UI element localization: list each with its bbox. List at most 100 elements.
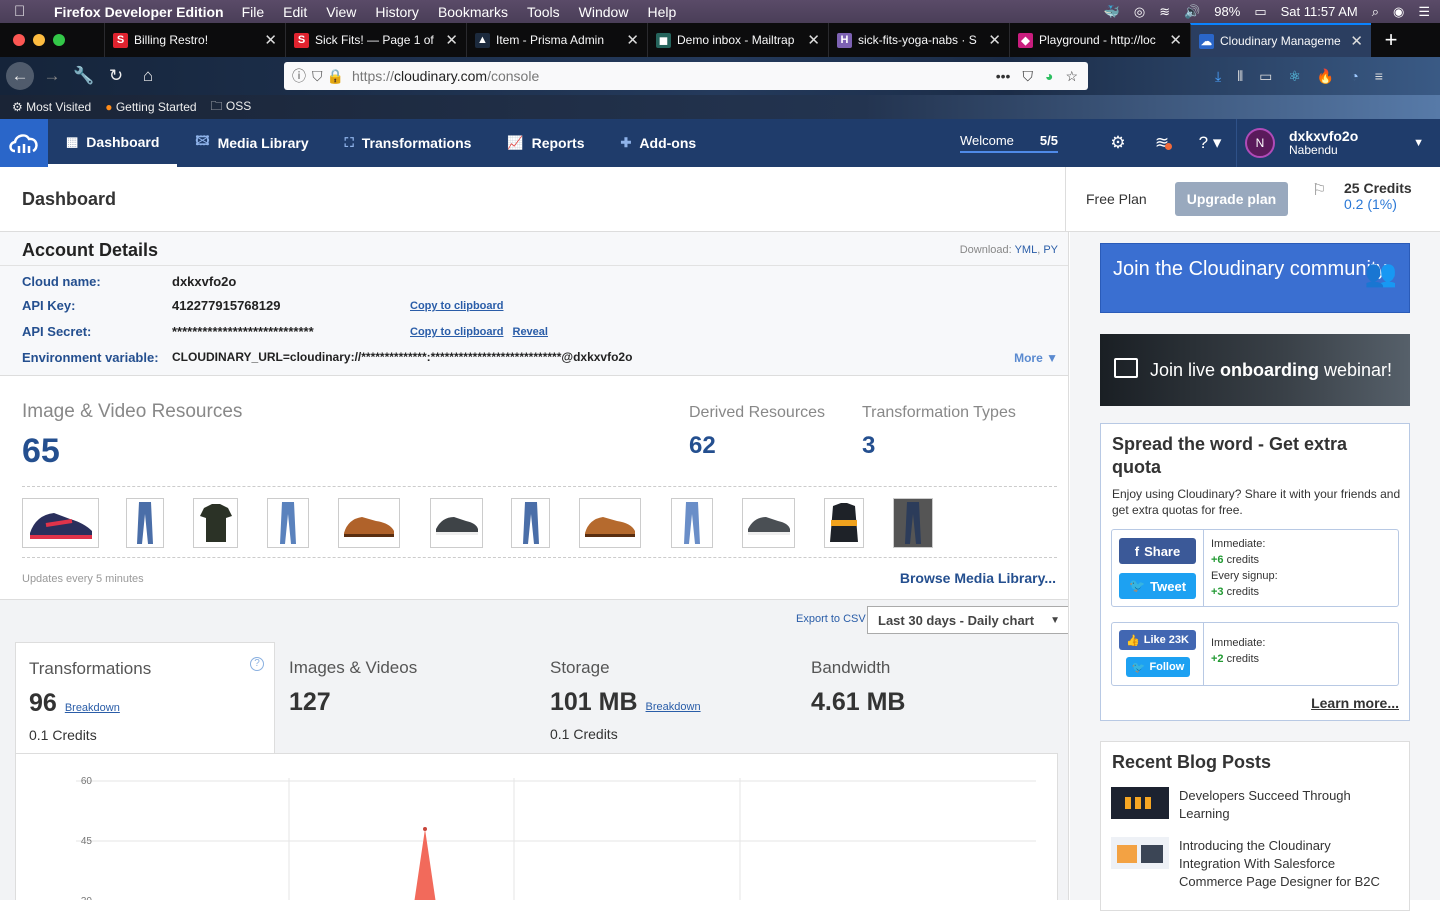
notification-center-icon[interactable]: ☰ [1418, 4, 1430, 20]
nav-reports[interactable]: 📈 Reports [489, 119, 602, 167]
thumbnail-jeans[interactable] [671, 498, 713, 548]
react-devtools-icon[interactable]: ⚛ [1288, 68, 1301, 85]
nav-dashboard[interactable]: ▦ Dashboard [48, 119, 178, 167]
nav-media-library[interactable]: 🖾 Media Library [177, 119, 326, 167]
export-csv-link[interactable]: Export to CSV [796, 613, 866, 625]
facebook-share-button[interactable]: f Share [1119, 538, 1196, 564]
menu-window[interactable]: Window [579, 4, 629, 20]
close-tab-icon[interactable]: ✕ [988, 31, 1001, 49]
menu-history[interactable]: History [375, 4, 419, 20]
nav-transformations[interactable]: ⛶ Transformations [327, 119, 490, 167]
bookmark-most-visited[interactable]: ⚙ Most Visited [12, 100, 91, 114]
menu-icon[interactable]: ≡ [1375, 68, 1383, 84]
thumbnail-shoe[interactable] [338, 498, 400, 548]
thumbnail-sneaker-grey[interactable] [742, 498, 795, 548]
join-community-banner[interactable]: Join the Cloudinary community 👥 [1100, 243, 1410, 313]
docker-icon[interactable]: 🐳 [1104, 4, 1120, 20]
copy-api-key-link[interactable]: Copy to clipboard [410, 300, 504, 313]
breakdown-link[interactable]: Breakdown [646, 701, 701, 713]
extension-icon[interactable]: ◔ [1350, 68, 1358, 84]
sidebar-icon[interactable]: ▭ [1259, 68, 1272, 85]
facebook-like-button[interactable]: 👍 Like 23K [1119, 630, 1196, 650]
period-select[interactable]: Last 30 days - Daily chart ▼ [867, 606, 1068, 634]
menu-file[interactable]: File [242, 4, 265, 20]
menu-bookmarks[interactable]: Bookmarks [438, 4, 508, 20]
stat-card-images-videos[interactable]: Images & Videos 127 [276, 642, 536, 757]
close-tab-icon[interactable]: ✕ [626, 31, 639, 49]
browser-tab[interactable]: ◼ Demo inbox - Mailtrap ✕ [647, 23, 828, 57]
close-tab-icon[interactable]: ✕ [264, 31, 277, 49]
stat-card-bandwidth[interactable]: Bandwidth 4.61 MB [798, 642, 1058, 757]
downloads-icon[interactable]: ⤓ [1215, 68, 1221, 85]
creative-cloud-icon[interactable]: ◎ [1134, 4, 1145, 20]
browser-tab[interactable]: Hsick-fits-yoga-nabs · S ✕ [828, 23, 1009, 57]
bookmark-getting-started[interactable]: ● Getting Started [105, 100, 196, 114]
tracking-shield-icon[interactable]: ⛉ [312, 68, 323, 85]
reveal-secret-link[interactable]: Reveal [513, 326, 548, 339]
thumbnail-jeans-dark[interactable] [893, 498, 933, 548]
extension-icon[interactable]: ◕ [1045, 68, 1053, 85]
new-tab-icon[interactable]: + [1371, 23, 1411, 57]
thumbnail-sneaker[interactable] [22, 498, 99, 548]
copy-api-secret-link[interactable]: Copy to clipboard [410, 326, 504, 339]
forward-icon[interactable]: → [38, 62, 66, 90]
thumbnail-shoe[interactable] [579, 498, 641, 548]
thumbnail-sweater[interactable] [824, 498, 864, 548]
peak-point[interactable] [423, 827, 427, 831]
download-py-link[interactable]: PY [1043, 244, 1058, 256]
help-icon[interactable]: ? ▾ [1184, 133, 1236, 153]
thumbnail-tshirt[interactable] [193, 498, 238, 548]
close-tab-icon[interactable]: ✕ [445, 31, 458, 49]
home-icon[interactable]: ⌂ [134, 62, 162, 90]
page-actions-icon[interactable]: ••• [996, 68, 1011, 85]
upgrade-plan-button[interactable]: Upgrade plan [1174, 182, 1289, 216]
pocket-icon[interactable]: ⛉ [1022, 68, 1033, 85]
spotlight-icon[interactable]: ⌕ [1372, 4, 1379, 20]
close-tab-icon[interactable]: ✕ [807, 31, 820, 49]
close-window-button[interactable] [13, 34, 25, 46]
menu-view[interactable]: View [326, 4, 356, 20]
blog-post[interactable]: Developers Succeed Through Learning [1111, 787, 1389, 823]
nav-addons[interactable]: ✚ Add-ons [603, 119, 715, 167]
twitter-follow-button[interactable]: 🐦 Follow [1126, 657, 1190, 677]
browser-tab[interactable]: S Sick Fits! — Page 1 of ✕ [285, 23, 466, 57]
blog-post[interactable]: Introducing the Cloudinary Integration W… [1111, 837, 1389, 891]
breakdown-link[interactable]: Breakdown [65, 702, 120, 714]
browser-tab[interactable]: ▲ Item - Prisma Admin ✕ [466, 23, 647, 57]
battery-percent[interactable]: 98% [1214, 4, 1240, 19]
zoom-window-button[interactable] [53, 34, 65, 46]
siri-icon[interactable]: ◉ [1393, 4, 1404, 20]
thumbnail-jeans[interactable] [126, 498, 164, 548]
settings-gear-icon[interactable]: ⚙ [1096, 133, 1140, 153]
browser-tab[interactable]: ◆ Playground - http://loc ✕ [1009, 23, 1190, 57]
thumbnail-jeans[interactable] [267, 498, 309, 548]
app-name[interactable]: Firefox Developer Edition [54, 4, 224, 20]
close-tab-icon[interactable]: ✕ [1350, 32, 1363, 50]
close-tab-icon[interactable]: ✕ [1169, 31, 1182, 49]
clock[interactable]: Sat 11:57 AM [1281, 4, 1358, 19]
learn-more-link[interactable]: Learn more... [1311, 695, 1399, 711]
notifications-icon[interactable]: ≋ [1140, 133, 1184, 153]
menu-edit[interactable]: Edit [283, 4, 307, 20]
credits-summary[interactable]: 25 Credits 0.2 (1%) [1344, 180, 1412, 212]
browse-media-library-link[interactable]: Browse Media Library... [900, 570, 1056, 586]
back-icon[interactable]: ← [6, 62, 34, 90]
stat-card-transformations[interactable]: Transformations ? 96 Breakdown 0.1 Credit… [15, 642, 275, 762]
reload-icon[interactable]: ↻ [102, 62, 130, 90]
library-icon[interactable]: ⫴ [1237, 68, 1243, 85]
cloudinary-logo-icon[interactable] [0, 119, 48, 167]
webinar-banner[interactable]: Join live onboarding webinar! [1100, 334, 1410, 406]
user-menu[interactable]: N dxkxvfo2o Nabendu ▼ [1236, 119, 1440, 167]
transformations-area-series[interactable] [411, 829, 439, 900]
welcome-progress[interactable]: Welcome 5/5 [959, 133, 1058, 153]
thumbnail-jeans[interactable] [511, 498, 550, 548]
browser-tab[interactable]: S Billing Restro! ✕ [104, 23, 285, 57]
volume-icon[interactable]: 🔊 [1184, 4, 1200, 20]
info-icon[interactable]: ? [250, 657, 264, 671]
firebase-icon[interactable]: 🔥 [1317, 68, 1334, 85]
wifi-icon[interactable]: ≋ [1159, 4, 1170, 20]
bookmark-star-icon[interactable]: ☆ [1065, 68, 1078, 85]
url-bar[interactable]: ⓘ ⛉ 🔒 https://cloudinary.com/console •••… [284, 62, 1088, 90]
wrench-icon[interactable]: 🔧 [70, 62, 98, 90]
menu-help[interactable]: Help [647, 4, 676, 20]
